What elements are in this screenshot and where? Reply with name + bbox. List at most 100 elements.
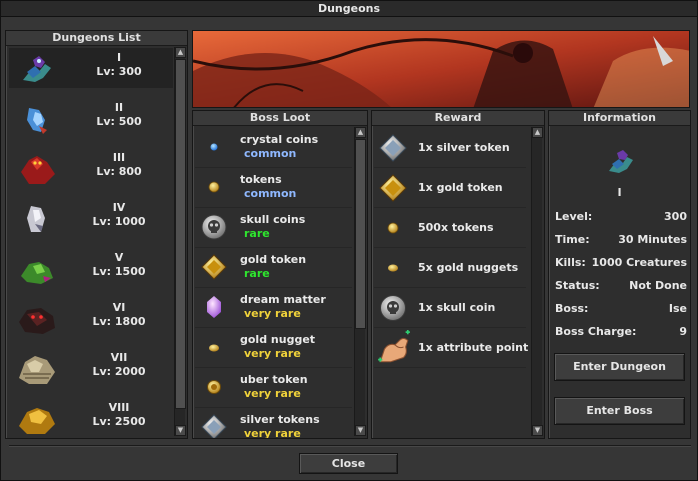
reward-text: 500x tokens: [418, 221, 494, 234]
boss-loot-scrollbar[interactable]: ▲ ▼: [354, 127, 366, 436]
scroll-thumb[interactable]: [175, 59, 186, 409]
dream-matter-icon: [207, 296, 221, 318]
scroll-thumb[interactable]: [355, 139, 366, 329]
demon-rider-icon: [23, 56, 51, 82]
window-title: Dungeons: [1, 1, 697, 17]
scroll-up-arrow[interactable]: ▲: [175, 47, 186, 58]
uber-token-icon: [207, 380, 221, 394]
red-demon-icon: [21, 156, 55, 184]
loot-rarity: rare: [244, 227, 270, 240]
loot-row: skull coins rare: [195, 208, 352, 248]
dungeon-item-3[interactable]: III Lv: 800: [9, 148, 173, 188]
scroll-down-arrow[interactable]: ▼: [175, 425, 186, 436]
loot-rarity: very rare: [244, 387, 301, 400]
selected-dungeon-name: I: [617, 186, 622, 199]
dungeon-item-label: II Lv: 500: [69, 101, 169, 129]
reward-row: 1x silver token: [374, 128, 526, 168]
footer-divider: [9, 445, 691, 447]
scroll-up-arrow[interactable]: ▲: [355, 127, 366, 138]
green-beast-icon: [21, 262, 53, 284]
info-key: Time:: [555, 233, 590, 246]
dungeon-level: Lv: 2500: [92, 415, 146, 428]
gold-token-icon: [201, 254, 227, 280]
loot-name: uber token: [240, 373, 308, 386]
dungeon-level: Lv: 1000: [92, 215, 146, 228]
loot-name: crystal coins: [240, 133, 319, 146]
info-value: 30 Minutes: [618, 233, 687, 246]
enter-boss-button[interactable]: Enter Boss: [554, 397, 685, 425]
loot-row: uber token very rare: [195, 368, 352, 408]
dungeon-level: Lv: 300: [96, 65, 142, 78]
loot-name: silver tokens: [240, 413, 320, 426]
info-value: Ise: [668, 302, 687, 315]
info-row-boss-charge: Boss Charge: 9: [555, 325, 687, 339]
info-key: Boss Charge:: [555, 325, 637, 338]
reward-row: 1x skull coin: [374, 288, 526, 328]
skull-coin-icon: [380, 295, 406, 321]
dungeon-item-label: V Lv: 1500: [69, 251, 169, 279]
scroll-down-arrow[interactable]: ▼: [532, 425, 543, 436]
demon-rider-icon: [609, 150, 633, 173]
loot-name: gold nugget: [240, 333, 316, 346]
dungeon-name: VI: [112, 301, 126, 314]
bone-dragon-icon: [19, 356, 55, 384]
reward-scrollbar[interactable]: ▲ ▼: [531, 127, 543, 436]
reward-row: 1x attribute point: [374, 328, 528, 368]
dungeons-list-panel: Dungeons List I Lv: 300 II Lv: 500 III L…: [5, 30, 188, 439]
silver-token-icon: [379, 134, 407, 162]
close-button[interactable]: Close: [299, 453, 398, 474]
dungeon-item-1[interactable]: I Lv: 300: [9, 48, 173, 88]
dungeons-list-scrollbar[interactable]: ▲ ▼: [174, 47, 186, 436]
loot-row: dream matter very rare: [195, 288, 352, 328]
loot-rarity: very rare: [244, 347, 301, 360]
dungeon-name: VII: [110, 351, 128, 364]
dungeon-name: IV: [112, 201, 126, 214]
gold-nugget-icon: [209, 344, 219, 352]
reward-row: 500x tokens: [374, 208, 526, 248]
dungeon-item-5[interactable]: V Lv: 1500: [9, 248, 173, 288]
scroll-down-arrow[interactable]: ▼: [355, 425, 366, 436]
dungeon-name: II: [114, 101, 124, 114]
blue-creature-icon: [27, 108, 47, 134]
dungeon-item-4[interactable]: IV Lv: 1000: [9, 198, 173, 238]
dungeon-level: Lv: 2000: [92, 365, 146, 378]
information-panel: Information I Level: 300 Time: 30 Minute…: [548, 110, 691, 439]
dungeon-name: VIII: [108, 401, 130, 414]
info-key: Boss:: [555, 302, 589, 315]
reward-text: 5x gold nuggets: [418, 261, 519, 274]
info-row-time: Time: 30 Minutes: [555, 233, 687, 247]
dungeon-name: III: [112, 151, 126, 164]
dungeon-item-2[interactable]: II Lv: 500: [9, 98, 173, 138]
reward-row: 5x gold nuggets: [374, 248, 526, 288]
reward-header: Reward: [372, 111, 544, 126]
scroll-up-arrow[interactable]: ▲: [532, 127, 543, 138]
dungeon-item-label: IV Lv: 1000: [69, 201, 169, 229]
skull-coin-icon: [201, 214, 227, 240]
dungeon-item-label: VI Lv: 1800: [69, 301, 169, 329]
loot-name: dream matter: [240, 293, 326, 306]
dungeon-level: Lv: 800: [96, 165, 142, 178]
dungeon-item-8[interactable]: VIII Lv: 2500: [9, 398, 173, 434]
crystal-coin-icon: [210, 143, 218, 151]
loot-rarity: common: [244, 187, 297, 200]
dungeon-level: Lv: 1800: [92, 315, 146, 328]
loot-row: tokens common: [195, 168, 352, 208]
dungeons-list-header: Dungeons List: [6, 31, 187, 46]
dungeon-item-label: I Lv: 300: [69, 51, 169, 79]
info-key: Kills:: [555, 256, 586, 269]
enter-dungeon-button[interactable]: Enter Dungeon: [554, 353, 685, 381]
boss-loot-panel: Boss Loot crystal coins common tokens co…: [192, 110, 368, 439]
dungeon-item-label: III Lv: 800: [69, 151, 169, 179]
dungeon-item-label: VIII Lv: 2500: [69, 401, 169, 429]
loot-rarity: rare: [244, 267, 270, 280]
dungeon-item-6[interactable]: VI Lv: 1800: [9, 298, 173, 338]
dungeon-item-7[interactable]: VII Lv: 2000: [9, 348, 173, 388]
info-value: 300: [664, 210, 687, 223]
dungeon-name: I: [116, 51, 122, 64]
loot-name: gold token: [240, 253, 307, 266]
reward-row: 1x gold token: [374, 168, 526, 208]
dark-beast-icon: [19, 308, 55, 334]
info-row-level: Level: 300: [555, 210, 687, 224]
gold-token-icon: [379, 174, 407, 202]
dungeon-name: V: [114, 251, 124, 264]
